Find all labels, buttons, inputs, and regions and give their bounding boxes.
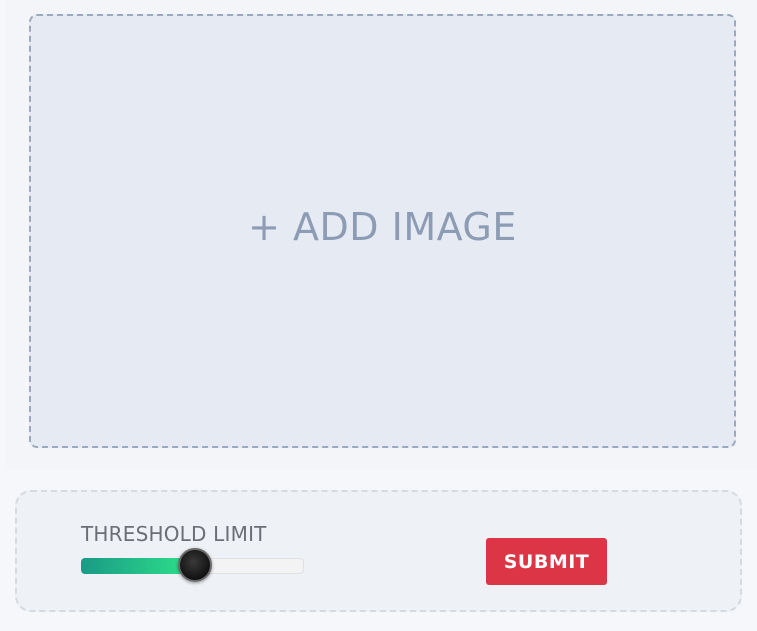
upload-panel: + ADD IMAGE xyxy=(5,0,757,470)
add-image-label: + ADD IMAGE xyxy=(248,205,517,249)
threshold-slider[interactable] xyxy=(81,548,304,582)
submit-button[interactable]: SUBMIT xyxy=(486,538,607,585)
threshold-label: THRESHOLD LIMIT xyxy=(81,522,267,546)
image-dropzone[interactable]: + ADD IMAGE xyxy=(29,14,736,448)
controls-panel: THRESHOLD LIMIT SUBMIT xyxy=(15,490,742,612)
slider-thumb[interactable] xyxy=(178,548,212,582)
